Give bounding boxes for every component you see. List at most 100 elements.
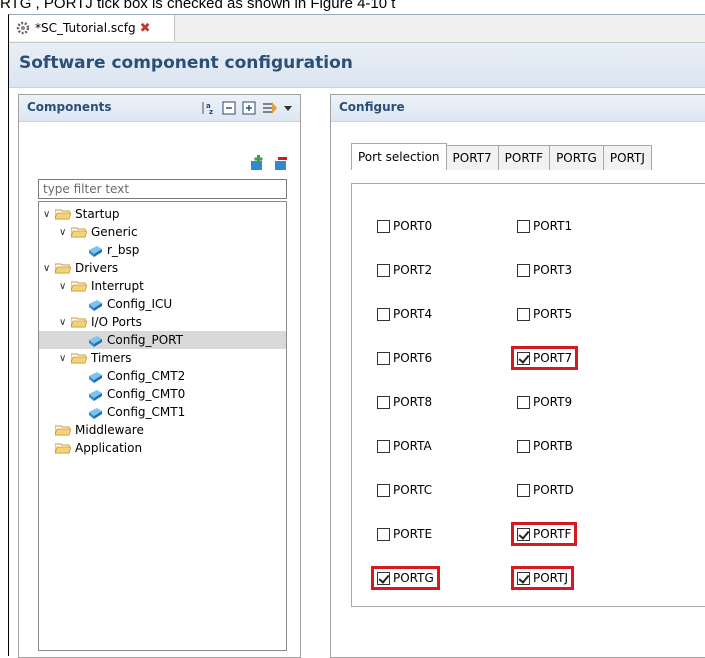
tree-item-generic[interactable]: ∨ Generic (59, 223, 138, 241)
port-label: PORT6 (393, 351, 433, 365)
port-label: PORT9 (533, 395, 573, 409)
port-selection-group: PORT0 PORT1 PORT2 PORT3 PORT4 PORT5 PORT… (351, 183, 705, 607)
tree-item-config-cmt1[interactable]: Config_CMT1 (87, 403, 185, 421)
port9-checkbox[interactable]: PORT9 (514, 393, 575, 411)
tree-item-config-cmt0[interactable]: Config_CMT0 (87, 385, 185, 403)
component-icon (89, 390, 102, 401)
chevron-down-icon[interactable]: ∨ (59, 353, 71, 364)
tree-item-interrupt[interactable]: ∨ Interrupt (59, 277, 144, 295)
tree-item-startup[interactable]: ∨ Startup (43, 205, 120, 223)
port-label: PORTD (533, 483, 574, 497)
tree-item-middleware[interactable]: Middleware (55, 421, 144, 439)
chevron-down-icon[interactable]: ∨ (59, 317, 71, 328)
tree-item-io-ports[interactable]: ∨ I/O Ports (59, 313, 142, 331)
tree-item-config-cmt2[interactable]: Config_CMT2 (87, 367, 185, 385)
components-toolbar: a z (200, 100, 292, 116)
tab-portf[interactable]: PORTF (497, 145, 551, 170)
tree-item-label: Config_PORT (107, 333, 183, 347)
port-tabs: Port selection PORT7 PORTF PORTG PORTJ (351, 143, 652, 170)
portj-checkbox[interactable]: PORTJ (510, 566, 575, 590)
tree-item-application[interactable]: Application (55, 439, 142, 457)
checkbox-box[interactable] (377, 395, 390, 409)
tree-item-config-icu[interactable]: Config_ICU (87, 295, 172, 313)
editor-tab-bar: *SC_Tutorial.scfg ✖ (9, 15, 705, 43)
chevron-down-icon[interactable] (284, 104, 292, 112)
checkbox-box[interactable] (517, 571, 530, 585)
tree-item-label: Application (75, 441, 143, 455)
checkbox-box[interactable] (517, 395, 530, 409)
checkbox-box[interactable] (517, 351, 530, 365)
porta-checkbox[interactable]: PORTA (374, 437, 435, 455)
checkbox-box[interactable] (517, 263, 530, 277)
port4-checkbox[interactable]: PORT4 (374, 305, 435, 323)
tree-item-r-bsp[interactable]: r_bsp (87, 241, 139, 259)
porte-checkbox[interactable]: PORTE (374, 525, 435, 543)
chevron-down-icon[interactable]: ∨ (59, 227, 71, 238)
port6-checkbox[interactable]: PORT6 (374, 349, 435, 367)
port-label: PORTB (533, 439, 573, 453)
gear-icon (16, 21, 30, 35)
checkbox-box[interactable] (377, 571, 390, 585)
checkbox-box[interactable] (377, 219, 390, 233)
tab-port7[interactable]: PORT7 (445, 145, 499, 170)
component-tree: ∨ Startup ∨ Generic r_bsp ∨ Drivers ∨ In… (38, 201, 287, 651)
checkbox-box[interactable] (377, 263, 390, 277)
checkbox-box[interactable] (517, 439, 530, 453)
port3-checkbox[interactable]: PORT3 (514, 261, 575, 279)
port0-checkbox[interactable]: PORT0 (374, 217, 435, 235)
checkbox-box[interactable] (377, 439, 390, 453)
add-component-icon[interactable] (249, 155, 265, 171)
checkbox-box[interactable] (377, 483, 390, 497)
configure-title: Configure (339, 100, 405, 114)
component-icon (89, 336, 102, 347)
close-icon[interactable]: ✖ (140, 21, 151, 36)
port8-checkbox[interactable]: PORT8 (374, 393, 435, 411)
chevron-down-icon[interactable]: ∨ (43, 209, 55, 220)
portd-checkbox[interactable]: PORTD (514, 481, 577, 499)
port1-checkbox[interactable]: PORT1 (514, 217, 575, 235)
port7-checkbox[interactable]: PORT7 (510, 346, 579, 370)
editor-tab[interactable]: *SC_Tutorial.scfg ✖ (9, 15, 175, 41)
tree-item-label: r_bsp (107, 243, 140, 257)
collapse-all-icon[interactable] (222, 101, 236, 115)
filter-view-icon[interactable] (262, 101, 278, 115)
checkbox-box[interactable] (377, 307, 390, 321)
configure-panel: Configure Port selection PORT7 PORTF POR… (330, 94, 705, 658)
filter-input[interactable] (38, 179, 287, 199)
port-label: PORTG (393, 571, 434, 585)
expand-all-icon[interactable] (242, 101, 256, 115)
component-icon (89, 300, 102, 311)
tab-port-selection[interactable]: Port selection (351, 143, 447, 170)
portg-checkbox[interactable]: PORTG (371, 566, 440, 590)
port-label: PORTE (393, 527, 433, 541)
checkbox-box[interactable] (517, 483, 530, 497)
checkbox-box[interactable] (517, 307, 530, 321)
checkbox-box[interactable] (517, 219, 530, 233)
tree-item-drivers[interactable]: ∨ Drivers (43, 259, 118, 277)
port-label: PORT2 (393, 263, 433, 277)
chevron-down-icon[interactable]: ∨ (43, 263, 55, 274)
tree-item-label: I/O Ports (91, 315, 142, 329)
checkbox-box[interactable] (377, 527, 390, 541)
sort-alpha-icon[interactable]: a z (200, 100, 216, 116)
tree-item-config-port[interactable]: Config_PORT (39, 331, 286, 349)
chevron-down-icon[interactable]: ∨ (59, 281, 71, 292)
checkbox-box[interactable] (517, 527, 530, 541)
tree-item-timers[interactable]: ∨ Timers (59, 349, 132, 367)
editor-tab-title: *SC_Tutorial.scfg (35, 21, 136, 35)
portc-checkbox[interactable]: PORTC (374, 481, 435, 499)
folder-open-icon (71, 281, 87, 292)
tree-item-label: Drivers (75, 261, 119, 275)
tab-portg[interactable]: PORTG (549, 145, 604, 170)
components-title: Components (27, 100, 112, 114)
port5-checkbox[interactable]: PORT5 (514, 305, 575, 323)
checkbox-box[interactable] (377, 351, 390, 365)
component-icon (89, 372, 102, 383)
portb-checkbox[interactable]: PORTB (514, 437, 576, 455)
tree-item-label: Config_CMT1 (107, 405, 186, 419)
component-icon (89, 246, 102, 257)
tab-portj[interactable]: PORTJ (602, 145, 652, 170)
port2-checkbox[interactable]: PORT2 (374, 261, 435, 279)
remove-component-icon[interactable] (273, 155, 289, 171)
portf-checkbox[interactable]: PORTF (510, 522, 578, 546)
